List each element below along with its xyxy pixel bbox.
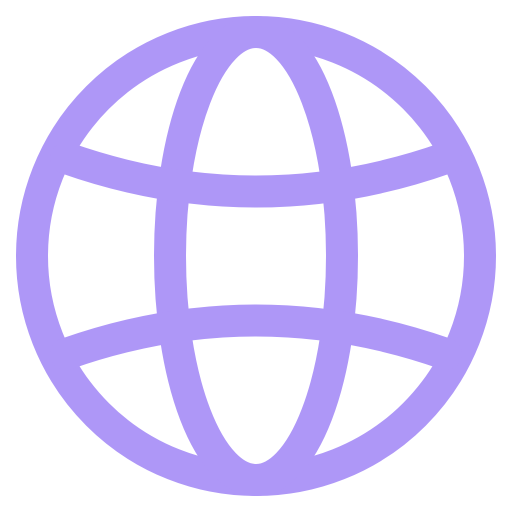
globe-latitude-upper (50, 142, 462, 208)
globe-icon-svg (16, 16, 496, 496)
globe-meridian (154, 16, 358, 496)
globe-outline (16, 16, 496, 496)
globe-icon (0, 0, 512, 512)
globe-latitude-lower (50, 304, 462, 370)
